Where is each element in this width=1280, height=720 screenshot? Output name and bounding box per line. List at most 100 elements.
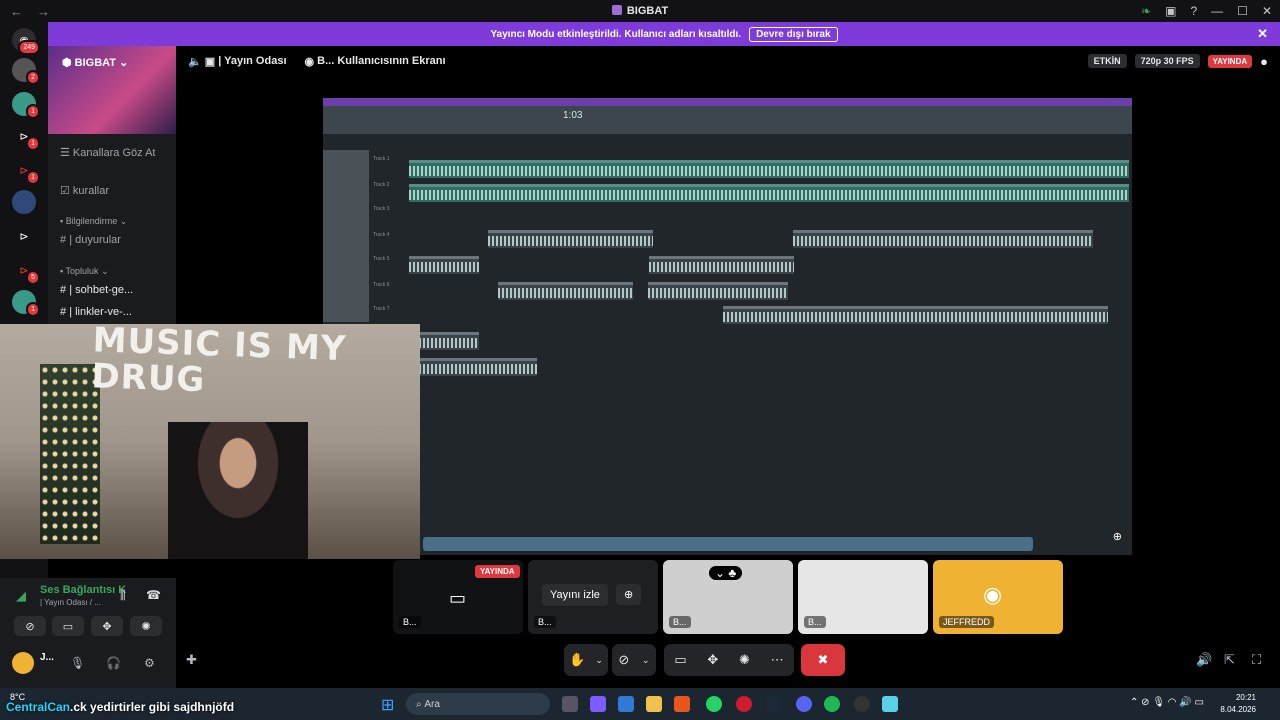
voice-channel-label[interactable]: 🔈 ▣ | Yayın Odası — [188, 55, 287, 68]
daw-track-label: Track 1 — [373, 156, 390, 162]
expand-icon[interactable]: ⌄ ♣ — [709, 566, 743, 580]
store-icon[interactable] — [618, 696, 634, 712]
inbox-icon[interactable]: ▣ — [1165, 4, 1176, 18]
wall-banner-text: MUSIC IS MY DRUG — [90, 320, 348, 401]
watch-stream-button[interactable]: Yayını izle — [542, 584, 608, 606]
file-explorer-icon[interactable] — [646, 696, 662, 712]
server-icon[interactable]: 1 — [12, 290, 40, 317]
audio-clip — [419, 358, 537, 376]
badge: 5 — [26, 270, 40, 285]
fullscreen-icon[interactable]: ⛶ — [1252, 652, 1261, 668]
category-info[interactable]: ▪ Bilgilendirme ⌄ — [60, 216, 127, 227]
whatsapp-icon[interactable] — [706, 696, 722, 712]
channel-links[interactable]: # | linkler-ve-... — [60, 306, 132, 318]
voice-status[interactable]: Ses Bağlantısı K — [40, 584, 126, 596]
chat-bubble-icon[interactable]: ● — [1260, 54, 1268, 69]
tray-icons[interactable]: ⌃ ⊘ 🎙 ◠ 🔊 ▭ — [1130, 697, 1204, 708]
shared-screen[interactable]: 1:03 Track 1 Track 2 Track 3 Track 4 Tra… — [323, 98, 1132, 555]
screen-share-button[interactable]: ▭ — [52, 616, 84, 636]
popout-icon[interactable]: ⊕ — [616, 584, 642, 605]
brave-icon[interactable] — [674, 696, 690, 712]
audio-clip — [498, 282, 633, 300]
daw-track-list — [323, 150, 369, 322]
more-icon[interactable]: ⋯ — [771, 652, 784, 668]
forward-arrow-icon[interactable]: → — [37, 4, 50, 19]
windows-start-icon[interactable]: ⊞ — [381, 695, 394, 715]
soundboard-button[interactable]: ✺ — [130, 616, 162, 636]
server-icon[interactable]: 2 — [12, 58, 40, 85]
steam-icon[interactable] — [766, 696, 782, 712]
server-logo-icon — [611, 5, 622, 15]
taskbar-search[interactable]: ⌕ Ara — [406, 693, 550, 715]
nitro-leaf-icon[interactable]: ❧ — [1141, 4, 1151, 18]
server-name-text: BIGBAT — [74, 57, 117, 69]
activities-icon[interactable]: ✥ — [707, 652, 718, 668]
discord-home-icon[interactable]: ◉249 — [12, 28, 40, 55]
camera-toggle-button[interactable]: ⊘ ⌄ — [612, 644, 656, 676]
headphones-icon[interactable]: 🎧 — [106, 656, 121, 670]
chevron-down-icon[interactable]: ⌄ — [642, 655, 650, 666]
microphone-icon[interactable]: 🎙 — [70, 656, 85, 670]
disable-streamer-mode-button[interactable]: Devre dışı bırak — [749, 26, 838, 42]
taskview-icon[interactable] — [562, 696, 578, 712]
leave-call-button[interactable]: ✖ — [801, 644, 845, 676]
popout-window-icon[interactable]: ⇱ — [1224, 652, 1235, 668]
copilot-icon[interactable] — [590, 696, 606, 712]
disconnect-icon[interactable]: ☎ — [146, 588, 161, 602]
valorant-server-icon[interactable]: ⊳ — [12, 224, 36, 248]
close-window-icon[interactable]: ✕ — [1262, 4, 1272, 18]
camera-off-button[interactable]: ⊘ — [14, 616, 46, 636]
settings-gear-icon[interactable]: ⚙ — [144, 656, 155, 670]
participant-tile[interactable]: ⌄ ♣ B... — [663, 560, 793, 634]
screen-owner-label: ◉ B... Kullanıcısının Ekranı — [304, 55, 446, 68]
category-community[interactable]: ▪ Topluluk ⌄ — [60, 266, 109, 277]
volume-icon[interactable]: 🔊 — [1196, 652, 1212, 668]
participant-tile[interactable]: B... — [798, 560, 928, 634]
daw-track-label: Track 3 — [373, 206, 390, 212]
category-community-label: Topluluk — [65, 266, 99, 276]
microphone-toggle-button[interactable]: ✋ ⌄ — [564, 644, 608, 676]
minimize-icon[interactable]: — — [1211, 4, 1223, 18]
valorant-server-icon[interactable]: ⊳ 1 — [12, 124, 40, 151]
noise-icon[interactable]: ⫼ — [120, 588, 126, 603]
avatar[interactable] — [12, 652, 34, 674]
browse-channels[interactable]: ☰ Kanallara Göz At — [60, 146, 155, 159]
server-name[interactable]: ⬢ BIGBAT ⌄ — [62, 56, 128, 69]
taskbar-search-label: Ara — [424, 698, 440, 710]
badge: 249 — [18, 40, 40, 55]
audio-clip — [723, 306, 1108, 324]
server-icon[interactable] — [12, 190, 36, 214]
zoom-icon[interactable]: ⊕ — [1113, 530, 1122, 543]
discord-icon[interactable] — [796, 696, 812, 712]
daw-track-label: Track 4 — [373, 232, 390, 238]
stage-header: 🔈 ▣ | Yayın Odası ◉ B... Kullanıcısının … — [176, 46, 1280, 76]
channel-rules[interactable]: ☑ kurallar — [60, 184, 109, 197]
valorant-server-icon[interactable]: ⊳ 1 — [12, 158, 40, 185]
participant-tile[interactable]: ◉ JEFFREDD — [933, 560, 1063, 634]
valorant-server-icon[interactable]: ⊳ 5 — [12, 258, 40, 285]
signal-icon[interactable]: ◢ — [16, 588, 26, 604]
back-arrow-icon[interactable]: ← — [10, 4, 23, 19]
server-icon[interactable]: 1 — [12, 92, 40, 119]
add-user-icon[interactable]: ✚ — [186, 652, 197, 668]
channel-chat[interactable]: # | sohbet-ge... — [60, 284, 133, 296]
close-banner-icon[interactable]: ✕ — [1257, 26, 1268, 42]
chrome-icon[interactable] — [854, 696, 870, 712]
taskbar-clock[interactable]: 20:21 8.04.2026 — [1220, 692, 1256, 716]
maximize-icon[interactable]: ☐ — [1237, 4, 1248, 18]
camera-off-icon: ⊘ — [618, 652, 630, 667]
chevron-down-icon[interactable]: ⌄ — [595, 655, 603, 666]
browse-channels-label: Kanallara Göz At — [72, 147, 156, 159]
help-icon[interactable]: ? — [1190, 4, 1197, 18]
audio-clip — [649, 256, 794, 274]
participant-tile[interactable]: YAYINDA ▭ B... — [393, 560, 523, 634]
screen-share-icon[interactable]: ▭ — [674, 652, 686, 668]
webcam-feed[interactable]: MUSIC IS MY DRUG — [0, 320, 420, 559]
participant-tile[interactable]: Yayını izle ⊕ B... — [528, 560, 658, 634]
activities-button[interactable]: ✥ — [91, 616, 123, 636]
notes-icon[interactable] — [882, 696, 898, 712]
soundboard-icon[interactable]: ✺ — [739, 652, 750, 668]
spotify-icon[interactable] — [824, 696, 840, 712]
channel-announcements[interactable]: # | duyurular — [60, 234, 121, 246]
opera-icon[interactable] — [736, 696, 752, 712]
